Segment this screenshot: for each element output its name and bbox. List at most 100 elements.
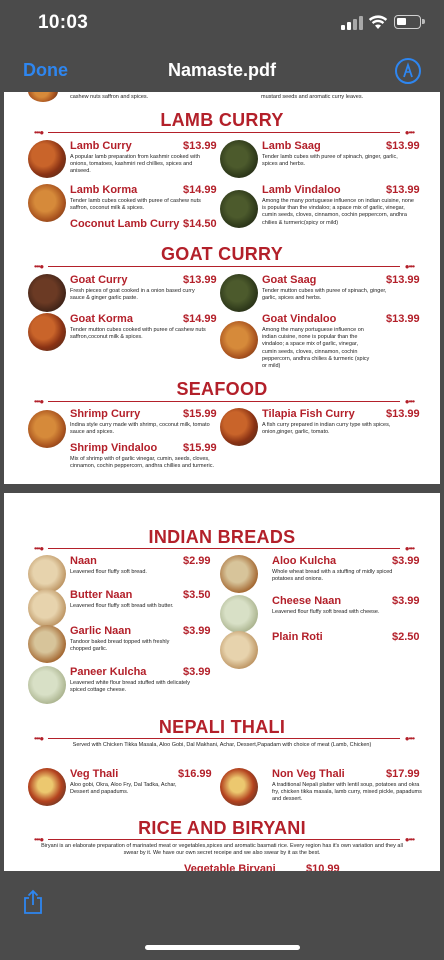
- menu-item: Goat Saag $13.99 Tender mutton cubes wit…: [220, 274, 420, 314]
- dish-name: Non Veg Thali: [272, 768, 345, 780]
- battery-icon: [394, 15, 425, 29]
- dish-name: Plain Roti: [272, 631, 323, 643]
- dish-image: [220, 140, 258, 178]
- dish-name: Lamb Vindaloo: [262, 184, 341, 196]
- dish-name: Shrimp Curry: [70, 408, 141, 420]
- navigation-bar: Done Namaste.pdf: [0, 50, 444, 92]
- dish-description: Fresh pieces of goat cooked in a onion b…: [70, 288, 195, 302]
- dish-price: $15.99: [183, 408, 217, 420]
- dish-image: [220, 595, 258, 633]
- menu-item: Aloo Kulcha $3.99 Whole wheat bread with…: [220, 555, 420, 593]
- dish-image: [220, 768, 258, 806]
- section-divider: •••● ●•••: [34, 128, 415, 137]
- menu-item: Goat Korma $14.99 Tender mutton cubes co…: [28, 313, 223, 353]
- dish-description: Among the many portuguese influence on i…: [262, 327, 370, 370]
- dish-description: Aloo gobi, Okra, Aloo Fry, Dal Tadka, Ac…: [70, 782, 177, 796]
- dish-description: Indina style curry made with shrimp, coc…: [70, 422, 210, 436]
- dish-description: Tender lamb cubes with puree of spinach,…: [262, 154, 398, 168]
- dish-description: A traditional Nepali platter with lentil…: [272, 782, 422, 803]
- dish-image: [220, 631, 258, 669]
- dish-name: Garlic Naan: [70, 625, 132, 637]
- dish-description: Leavened white flour bread stuffed with …: [70, 680, 191, 694]
- menu-item: Lamb Vindaloo $13.99 Among the many port…: [220, 184, 420, 234]
- menu-item: Naan $2.99 Leavened flour fluffy soft br…: [28, 555, 218, 593]
- dish-name: Tilapia Fish Curry: [262, 408, 355, 420]
- menu-item: Shrimp Curry $15.99 Indina style curry m…: [28, 408, 223, 448]
- dish-description: Tender lamb cubes cooked with puree of c…: [70, 198, 201, 212]
- dish-price: $15.99: [183, 442, 217, 454]
- dish-image: [220, 555, 258, 593]
- dish-price: $13.99: [386, 184, 420, 196]
- dish-price: $3.99: [183, 666, 211, 678]
- dish-name: Lamb Saag: [262, 140, 321, 152]
- dish-name: Goat Saag: [262, 274, 317, 286]
- menu-item: Non Veg Thali $17.99 A traditional Nepal…: [220, 768, 424, 806]
- dish-image: [28, 140, 66, 178]
- section-title-breads: INDIAN BREADS: [148, 527, 296, 547]
- menu-item: Garlic Naan $3.99 Tandoor baked bread to…: [28, 625, 218, 663]
- menu-item: Goat Curry $13.99 Fresh pieces of goat c…: [28, 274, 223, 314]
- dish-image: [28, 666, 66, 704]
- dish-price: $3.99: [392, 555, 420, 567]
- menu-item: Butter Naan $3.50 Leavened flour fluffy …: [28, 589, 218, 627]
- markup-pen-icon[interactable]: [395, 58, 421, 84]
- dish-price: $3.99: [392, 595, 420, 607]
- section-title-lamb: LAMB CURRY: [160, 110, 284, 130]
- dish-image: [28, 274, 66, 312]
- dish-name: Naan: [70, 555, 97, 567]
- bottom-toolbar: [0, 871, 444, 960]
- dish-name: Veg Thali: [70, 768, 119, 780]
- menu-item: Veg Thali $16.99 Aloo gobi, Okra, Aloo F…: [28, 768, 223, 806]
- menu-item: Tilapia Fish Curry $13.99 A fish curry p…: [220, 408, 420, 446]
- wifi-icon: [368, 15, 388, 29]
- home-indicator[interactable]: [145, 945, 300, 950]
- dish-image: [220, 321, 258, 359]
- dish-name: Shrimp Vindaloo: [70, 442, 158, 454]
- pdf-viewer-app: 10:03 Done Namaste.pdf cashew nuts saffr…: [0, 0, 444, 960]
- dish-image: [28, 184, 66, 222]
- dish-name: Goat Vindaloo: [262, 313, 337, 325]
- dish-image: [220, 274, 258, 312]
- dish-image: [28, 555, 66, 593]
- dish-price: $13.99: [183, 274, 217, 286]
- dish-name: Goat Korma: [70, 313, 133, 325]
- dish-price: $13.99: [386, 274, 420, 286]
- dish-description: Leavened flour fluffy soft bread with bu…: [70, 603, 174, 609]
- dish-name: Lamb Curry: [70, 140, 132, 152]
- document-title: Namaste.pdf: [167, 60, 277, 80]
- section-title-seafood: SEAFOOD: [176, 379, 268, 399]
- menu-item: Goat Vindaloo $13.99 Among the many port…: [220, 313, 420, 375]
- dish-name: Butter Naan: [70, 589, 133, 601]
- cut-off-description: mustard seeds and aromatic curry leaves.: [261, 94, 364, 100]
- dish-price: $13.99: [386, 408, 420, 420]
- rice-note: Biryani is an elaborate preparation of m…: [41, 843, 403, 857]
- cellular-signal-icon: [341, 16, 363, 30]
- dish-price: $13.99: [386, 140, 420, 152]
- dish-price: $14.99: [183, 184, 217, 196]
- dish-image: [28, 768, 66, 806]
- cut-off-dish-name: Vegetable Biryani: [184, 863, 276, 871]
- dish-name: Coconut Lamb Curry: [70, 218, 180, 230]
- pdf-page-1[interactable]: cashew nuts saffron and spices. mustard …: [4, 92, 440, 484]
- dish-image: [28, 625, 66, 663]
- dish-price: $16.99: [178, 768, 212, 780]
- section-title-goat: GOAT CURRY: [161, 244, 283, 264]
- partial-food-image: [28, 92, 58, 102]
- menu-item: Plain Roti $2.50: [220, 631, 420, 669]
- share-icon[interactable]: [22, 889, 44, 915]
- section-divider: •••● ●•••: [34, 544, 415, 553]
- dish-description: Mix of shrimp with of garlic vinegar, cu…: [70, 456, 214, 470]
- dish-description: A fish curry prepared in indian curry ty…: [262, 422, 391, 436]
- dish-description: Tandoor baked bread topped with freshly …: [70, 639, 170, 653]
- pdf-page-2[interactable]: INDIAN BREADS •••● ●••• Naan $2.99 Leaven…: [4, 493, 440, 871]
- dish-price: $2.50: [392, 631, 420, 643]
- status-bar: 10:03: [0, 0, 444, 48]
- dish-name: Aloo Kulcha: [272, 555, 337, 567]
- dish-name: Goat Curry: [70, 274, 128, 286]
- section-title-thali: NEPALI THALI: [158, 717, 286, 737]
- section-divider: •••● ●•••: [34, 262, 415, 271]
- menu-item: Paneer Kulcha $3.99 Leavened white flour…: [28, 666, 218, 704]
- dish-price: $13.99: [183, 140, 217, 152]
- menu-item: Lamb Saag $13.99 Tender lamb cubes with …: [220, 140, 420, 180]
- dish-name: Cheese Naan: [272, 595, 342, 607]
